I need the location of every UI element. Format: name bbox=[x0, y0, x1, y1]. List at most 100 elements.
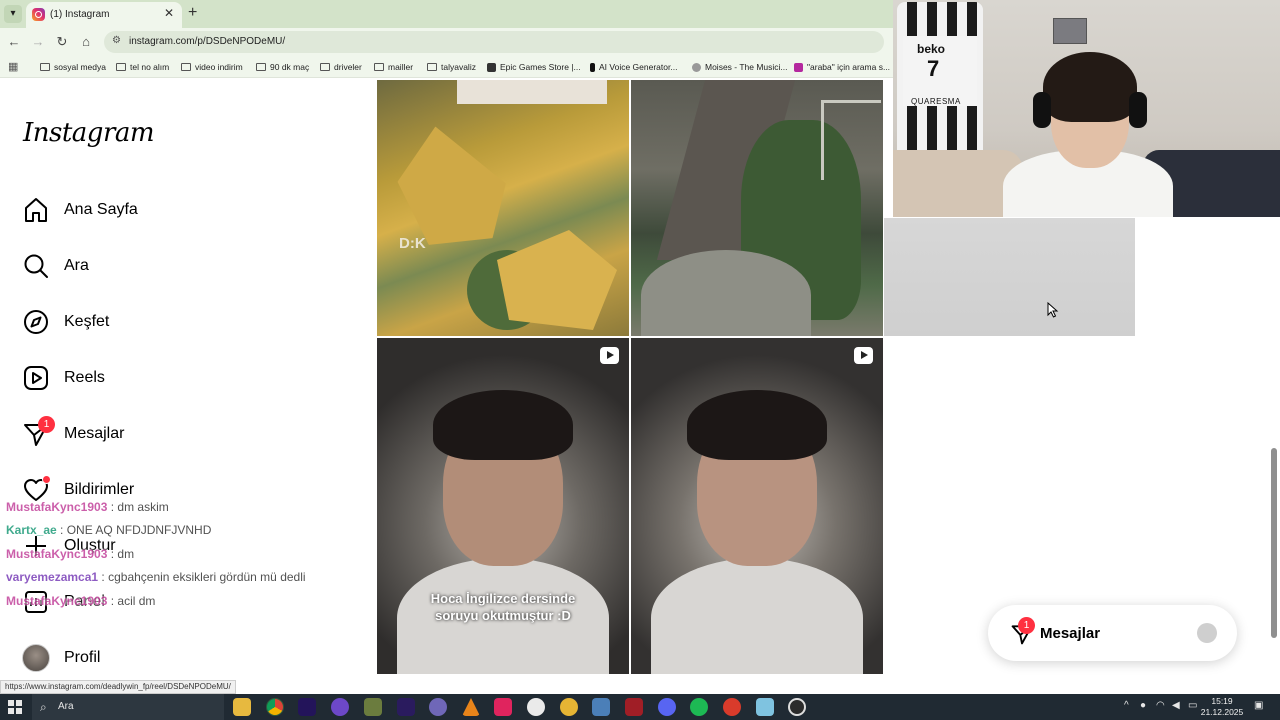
folder-icon bbox=[320, 63, 330, 71]
nav-search[interactable]: Ara bbox=[22, 248, 89, 284]
chat-text: dm askim bbox=[117, 500, 169, 514]
tab-close-icon[interactable]: ✕ bbox=[164, 6, 174, 20]
home-button-icon[interactable]: ⌂ bbox=[76, 32, 96, 52]
page-scrollbar[interactable] bbox=[1271, 448, 1277, 638]
nav-home[interactable]: Ana Sayfa bbox=[22, 192, 138, 228]
search-bookmark-icon bbox=[794, 62, 803, 72]
streamer-hair bbox=[1043, 52, 1137, 122]
tiktok-icon[interactable] bbox=[494, 698, 512, 716]
search-icon: ⌕ bbox=[40, 700, 47, 714]
stone-shape bbox=[641, 250, 811, 336]
tab-strip: ▾ (1) Instagram ✕ + bbox=[0, 0, 893, 28]
bookmark-item[interactable]: mailler bbox=[374, 60, 413, 74]
caption-line: Hoca İngilizce dersinde bbox=[430, 591, 576, 606]
bookmark-item[interactable]: sosyal medya bbox=[40, 60, 106, 74]
bookmark-item[interactable]: Moises - The Musici... bbox=[692, 60, 788, 74]
url-text[interactable]: instagram.com/p/DSDeNPODeMU/ bbox=[129, 36, 285, 47]
jersey-name: QUARESMA bbox=[911, 97, 961, 106]
chat-username: varyemezamca1 bbox=[6, 570, 99, 584]
microphone-icon[interactable]: ● bbox=[1140, 700, 1146, 711]
compass-icon bbox=[24, 310, 48, 334]
spotify-icon[interactable] bbox=[690, 698, 708, 716]
post-tile-gray[interactable] bbox=[884, 218, 1135, 336]
app-icon[interactable] bbox=[429, 698, 447, 716]
taskbar-search[interactable]: ⌕ Ara bbox=[32, 694, 224, 720]
taskbar-clock[interactable]: 15:19 21.12.2025 bbox=[1200, 696, 1244, 718]
address-bar[interactable]: ⚙ instagram.com/p/DSDeNPODeMU/ bbox=[104, 31, 884, 53]
wifi-icon[interactable]: ◠ bbox=[1156, 700, 1165, 711]
messages-badge: 1 bbox=[38, 416, 55, 433]
epic-games-icon bbox=[487, 62, 496, 72]
bookmark-item[interactable]: driveler bbox=[320, 60, 362, 74]
maps-icon[interactable] bbox=[560, 698, 578, 716]
windows-start-icon[interactable] bbox=[8, 700, 22, 714]
notification-dot bbox=[42, 475, 51, 484]
chat-separator: : bbox=[107, 547, 118, 561]
avatar-icon bbox=[1197, 623, 1217, 643]
apps-grid-icon[interactable]: ▦ bbox=[8, 60, 18, 73]
bookmark-item[interactable]: AI Voice Generator... bbox=[590, 60, 677, 74]
search-icon bbox=[24, 254, 48, 278]
bookmark-item[interactable]: Epic Games Store |... bbox=[487, 60, 581, 74]
nav-messages[interactable]: 1 Mesajlar bbox=[22, 416, 124, 452]
bookmark-item[interactable]: "araba" için arama s... bbox=[794, 60, 890, 74]
ai-voice-icon bbox=[590, 62, 595, 72]
file-explorer-icon[interactable] bbox=[233, 698, 251, 716]
reel-play-icon bbox=[600, 347, 619, 364]
browser-tab[interactable]: (1) Instagram ✕ bbox=[26, 2, 182, 28]
proton-vpn-icon[interactable] bbox=[331, 698, 349, 716]
caption-line: soruyu okutmuştur :D bbox=[435, 608, 571, 623]
obs-icon[interactable] bbox=[788, 698, 806, 716]
messages-floating-button[interactable]: 1 Mesajlar bbox=[988, 605, 1237, 661]
folder-icon bbox=[116, 63, 126, 71]
folder-icon bbox=[374, 63, 384, 71]
chat-message: varyemezamca1 : cgbahçenin eksikleri gör… bbox=[6, 570, 306, 584]
new-tab-button[interactable]: + bbox=[188, 4, 197, 22]
home-icon bbox=[25, 198, 47, 222]
bookmark-item[interactable]: tel no alım bbox=[116, 60, 169, 74]
chat-username: Kartx_ae bbox=[6, 523, 57, 537]
notepad-icon[interactable] bbox=[756, 698, 774, 716]
person-shirt bbox=[651, 558, 863, 674]
game-app-icon[interactable] bbox=[364, 698, 382, 716]
vlc-icon[interactable] bbox=[462, 698, 480, 716]
volume-icon[interactable]: ◀ bbox=[1172, 700, 1180, 711]
app-icon[interactable] bbox=[723, 698, 741, 716]
webcam-overlay: beko 7 QUARESMA bbox=[893, 0, 1280, 217]
nav-explore[interactable]: Keşfet bbox=[22, 304, 109, 340]
reel-tile-1[interactable]: Hoca İngilizce dersinde soruyu okutmuştu… bbox=[377, 338, 629, 674]
nav-label: Profil bbox=[64, 649, 101, 666]
media-encoder-icon[interactable] bbox=[397, 698, 415, 716]
after-effects-icon[interactable] bbox=[298, 698, 316, 716]
chat-text: cgbahçenin eksikleri gördün mü dedli bbox=[108, 570, 306, 584]
chrome-icon[interactable] bbox=[266, 698, 284, 716]
display-icon[interactable]: ▭ bbox=[1188, 700, 1197, 711]
forward-icon[interactable]: → bbox=[28, 32, 48, 52]
reel-tile-2[interactable] bbox=[631, 338, 883, 674]
photos-icon[interactable] bbox=[592, 698, 610, 716]
site-info-icon[interactable]: ⚙ bbox=[112, 35, 121, 46]
chat-separator: : bbox=[98, 570, 109, 584]
tab-title: (1) Instagram bbox=[50, 9, 110, 20]
app-icon[interactable] bbox=[625, 698, 643, 716]
bookmark-item[interactable]: video indirim bbox=[181, 60, 243, 74]
post-tile-game-rocks[interactable]: D:K bbox=[377, 80, 629, 336]
chat-username: MustafaKync1903 bbox=[6, 500, 108, 514]
chevron-up-icon[interactable]: ^ bbox=[1124, 700, 1129, 711]
notification-center-icon[interactable]: ▣ bbox=[1254, 700, 1263, 711]
bookmark-item[interactable]: 90 dk maç bbox=[256, 60, 309, 74]
chat-text: acil dm bbox=[117, 594, 156, 608]
chat-text: ONE AQ NFDJDNFJVNHD bbox=[66, 523, 212, 537]
back-icon[interactable]: ← bbox=[4, 32, 24, 52]
instagram-logo[interactable]: Instagram bbox=[23, 118, 155, 148]
app-icon[interactable] bbox=[527, 698, 545, 716]
post-tile-game-tree[interactable] bbox=[631, 80, 883, 336]
nav-reels[interactable]: Reels bbox=[22, 360, 105, 396]
rock-shape bbox=[497, 230, 617, 330]
bookmark-item[interactable]: talyavaliz bbox=[427, 60, 476, 74]
nav-profile[interactable]: Profil bbox=[22, 640, 100, 676]
tab-search-button[interactable]: ▾ bbox=[4, 5, 22, 23]
reload-icon[interactable]: ↻ bbox=[52, 32, 72, 52]
bookmarks-bar: ▦ sosyal medya tel no alım video indirim… bbox=[0, 56, 893, 78]
discord-icon[interactable] bbox=[658, 698, 676, 716]
